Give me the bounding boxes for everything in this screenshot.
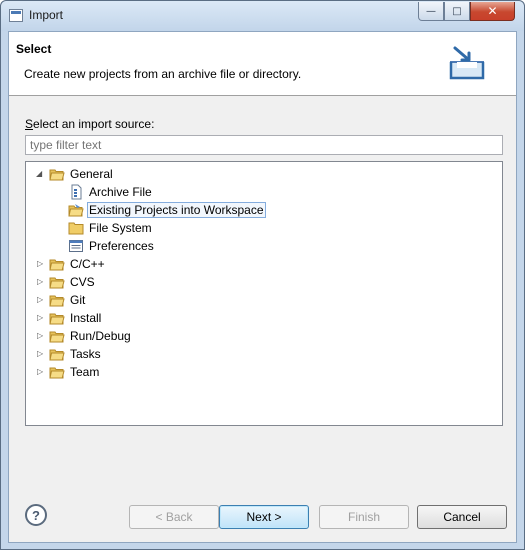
folder-open-icon [49,349,65,361]
tree-label: Install [70,311,102,325]
maximize-button[interactable]: □ [444,2,470,21]
page-description: Create new projects from an archive file… [24,67,302,81]
minimize-button[interactable]: — [418,2,444,21]
tree-item-tasks[interactable]: ▷ Tasks [26,345,502,363]
tree-label: Team [70,365,100,379]
folder-open-icon [49,331,65,343]
collapse-arrow-icon[interactable]: ▷ [37,332,45,340]
tree-label: Archive File [89,185,152,199]
tree-item-existing-projects[interactable]: Existing Projects into Workspace [26,201,502,219]
title-bar[interactable]: Import — □ ✕ [1,1,524,31]
tree-label: Existing Projects into Workspace [87,202,266,218]
tree-label: C/C++ [70,257,105,271]
tree-item-team[interactable]: ▷ Team [26,363,502,381]
expand-arrow-icon[interactable]: ◢ [36,170,44,178]
tree-label: CVS [70,275,95,289]
collapse-arrow-icon[interactable]: ▷ [37,350,45,358]
tree-item-git[interactable]: ▷ Git [26,291,502,309]
tree-label: Git [70,293,86,307]
import-source-tree[interactable]: ◢ General Archive File Existing Projects… [25,161,503,426]
folder-open-icon [49,367,65,379]
tree-item-preferences[interactable]: Preferences [26,237,502,255]
close-button[interactable]: ✕ [470,2,515,21]
collapse-arrow-icon[interactable]: ▷ [37,314,45,322]
folder-open-icon [49,169,65,181]
collapse-arrow-icon[interactable]: ▷ [37,296,45,304]
window-icon [9,9,23,22]
help-icon[interactable]: ? [25,504,47,526]
wizard-banner: Select Create new projects from an archi… [9,32,516,96]
tree-label: Run/Debug [70,329,131,343]
tree-item-general[interactable]: ◢ General [26,165,502,183]
tree-label: Preferences [89,239,154,253]
import-dialog-window: Import — □ ✕ Select Create new projects … [0,0,525,550]
window-title: Import [29,8,64,22]
tree-item-cvs[interactable]: ▷ CVS [26,273,502,291]
collapse-arrow-icon[interactable]: ▷ [37,260,45,268]
dialog-client-area: Select Create new projects from an archi… [8,31,517,543]
folder-open-icon [49,277,65,289]
tree-label: Tasks [70,347,101,361]
collapse-arrow-icon[interactable]: ▷ [37,368,45,376]
tree-label: File System [89,221,152,235]
collapse-arrow-icon[interactable]: ▷ [37,278,45,286]
folder-open-icon [49,295,65,307]
page-title: Select [16,42,52,56]
tree-item-cpp[interactable]: ▷ C/C++ [26,255,502,273]
finish-button[interactable]: Finish [319,505,409,529]
tree-item-run-debug[interactable]: ▷ Run/Debug [26,327,502,345]
import-wizard-icon [449,46,485,80]
archive-file-icon [71,184,82,200]
tree-item-install[interactable]: ▷ Install [26,309,502,327]
next-button[interactable]: Next > [219,505,309,529]
filter-input[interactable] [25,135,503,155]
import-source-label: Select an import source: [25,117,155,131]
tree-item-file-system[interactable]: File System [26,219,502,237]
folder-icon [68,222,84,235]
folder-open-icon [49,313,65,325]
back-button[interactable]: < Back [129,505,219,529]
existing-projects-icon [68,204,84,217]
folder-open-icon [49,259,65,271]
tree-item-archive-file[interactable]: Archive File [26,183,502,201]
preferences-icon [69,240,83,252]
tree-label: General [70,167,113,181]
cancel-button[interactable]: Cancel [417,505,507,529]
